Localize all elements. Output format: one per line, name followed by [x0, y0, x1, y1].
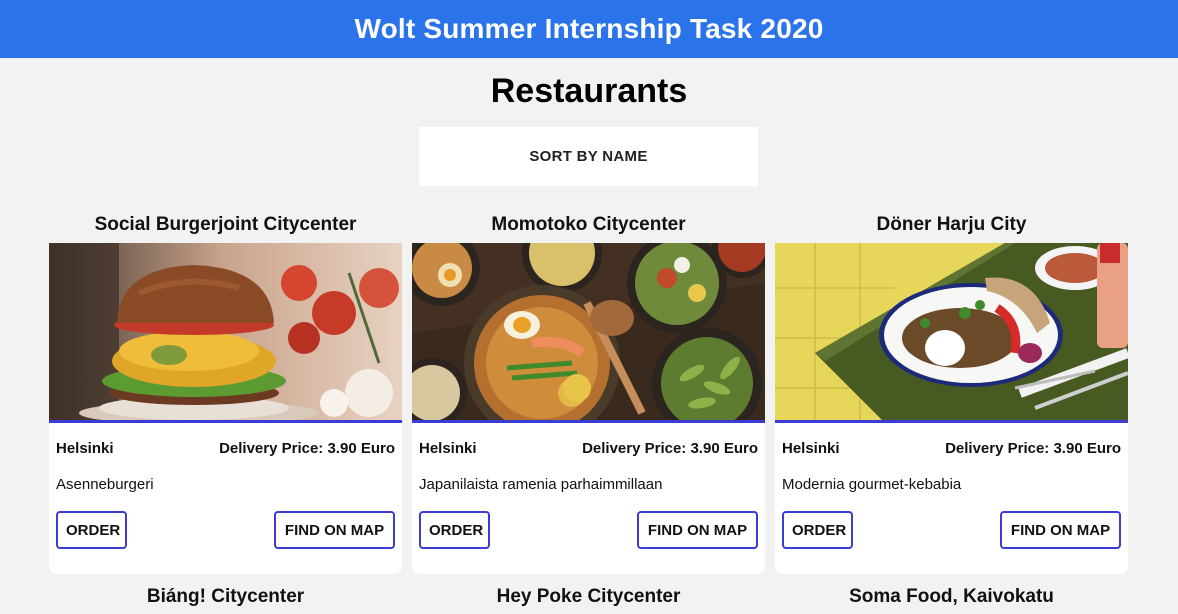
sort-by-name-button[interactable]: SORT BY NAME	[419, 127, 758, 186]
restaurant-name: Momotoko Citycenter	[491, 214, 686, 235]
order-button[interactable]: ORDER	[419, 511, 490, 549]
find-on-map-button[interactable]: FIND ON MAP	[274, 511, 395, 549]
restaurant-card-body: Helsinki Delivery Price: 3.90 Euro Moder…	[775, 243, 1128, 574]
app-title: Wolt Summer Internship Task 2020	[354, 13, 824, 44]
restaurant-image-ramen	[412, 243, 765, 423]
order-button[interactable]: ORDER	[56, 511, 127, 549]
restaurant-image-burger	[49, 243, 402, 423]
restaurant-image-kebab	[775, 243, 1128, 423]
restaurant-description: Asenneburgeri	[56, 476, 154, 493]
delivery-price: Delivery Price: 3.90 Euro	[945, 440, 1121, 457]
restaurant-city: Helsinki	[56, 440, 114, 457]
restaurant-info-row: Helsinki Delivery Price: 3.90 Euro	[782, 440, 1121, 457]
restaurant-city: Helsinki	[419, 440, 477, 457]
restaurant-name: Social Burgerjoint Citycenter	[94, 214, 357, 235]
delivery-price: Delivery Price: 3.90 Euro	[219, 440, 395, 457]
order-button[interactable]: ORDER	[782, 511, 853, 549]
restaurant-name: Hey Poke Citycenter	[496, 586, 681, 607]
restaurant-name: Soma Food, Kaivokatu	[849, 586, 1054, 607]
restaurant-name: Biáng! Citycenter	[146, 586, 305, 607]
delivery-price: Delivery Price: 3.90 Euro	[582, 440, 758, 457]
restaurant-description: Modernia gourmet-kebabia	[782, 476, 962, 493]
page-title: Restaurants	[490, 72, 688, 110]
restaurant-description: Japanilaista ramenia parhaimmillaan	[419, 476, 663, 493]
restaurant-card-body: Helsinki Delivery Price: 3.90 Euro Japan…	[412, 243, 765, 574]
restaurant-info-row: Helsinki Delivery Price: 3.90 Euro	[419, 440, 758, 457]
restaurant-card-body: Helsinki Delivery Price: 3.90 Euro Asenn…	[49, 243, 402, 574]
restaurant-city: Helsinki	[782, 440, 840, 457]
restaurant-info-row: Helsinki Delivery Price: 3.90 Euro	[56, 440, 395, 457]
top-bar: Wolt Summer Internship Task 2020	[0, 0, 1178, 58]
find-on-map-button[interactable]: FIND ON MAP	[637, 511, 758, 549]
find-on-map-button[interactable]: FIND ON MAP	[1000, 511, 1121, 549]
restaurant-name: Döner Harju City	[876, 214, 1027, 235]
